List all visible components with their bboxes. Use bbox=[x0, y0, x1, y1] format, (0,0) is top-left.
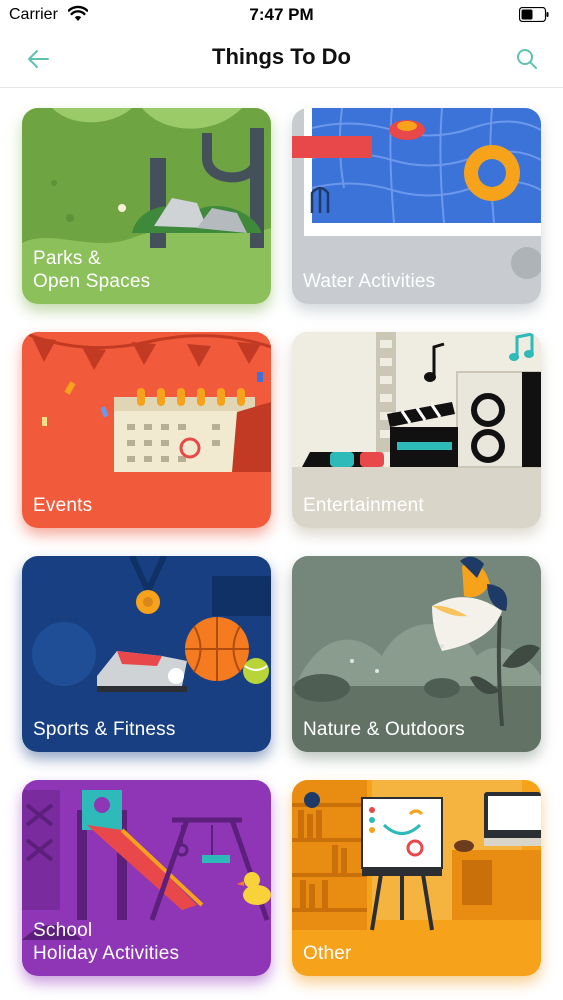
category-label: Parks & Open Spaces bbox=[33, 248, 151, 292]
category-card-school-holiday[interactable]: School Holiday Activities bbox=[22, 780, 271, 976]
category-card-sports[interactable]: Sports & Fitness bbox=[22, 556, 271, 752]
search-button[interactable] bbox=[509, 42, 545, 76]
category-card-nature[interactable]: Nature & Outdoors bbox=[292, 556, 541, 752]
category-card-other[interactable]: Other bbox=[292, 780, 541, 976]
category-label: Events bbox=[33, 495, 93, 516]
category-card-water[interactable]: Water Activities bbox=[292, 108, 541, 304]
navigation-bar: Things To Do bbox=[0, 30, 563, 88]
clock: 7:47 PM bbox=[249, 5, 314, 24]
category-label: Water Activities bbox=[303, 271, 436, 292]
category-label: Sports & Fitness bbox=[33, 719, 176, 740]
status-bar: Carrier 7:47 PM bbox=[0, 0, 563, 30]
category-label: Nature & Outdoors bbox=[303, 719, 465, 740]
search-icon bbox=[517, 49, 537, 69]
category-grid: Parks & Open Spaces Water Activities Eve… bbox=[0, 88, 563, 1000]
category-card-events[interactable]: Events bbox=[22, 332, 271, 528]
page-title: Things To Do bbox=[212, 44, 351, 69]
category-card-parks[interactable]: Parks & Open Spaces bbox=[22, 108, 271, 304]
category-label: Entertainment bbox=[303, 495, 424, 516]
category-label: Other bbox=[303, 943, 352, 964]
category-card-entertainment[interactable]: Entertainment bbox=[292, 332, 541, 528]
category-label: School Holiday Activities bbox=[33, 920, 180, 964]
battery-icon bbox=[519, 7, 549, 22]
